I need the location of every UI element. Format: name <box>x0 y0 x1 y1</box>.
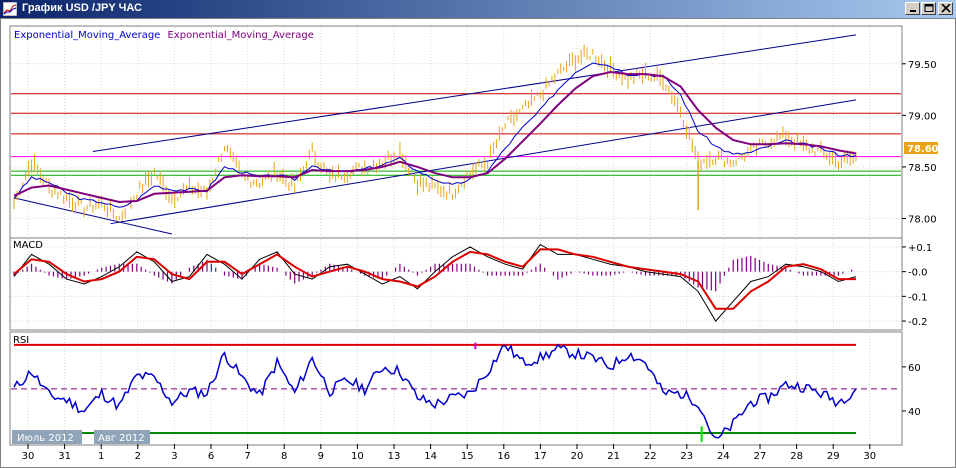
rsi-y-axis: 60 40 <box>902 363 921 418</box>
date-axis: 30 31 1 2 3 6 7 8 9 10 13 14 15 16 17 20 21 22 23 24 27 28 29 3… <box>22 444 876 462</box>
maximize-button[interactable] <box>921 2 936 15</box>
date-tick-label-12: 15 <box>461 451 474 462</box>
current-price-label: 78.60 <box>907 144 939 155</box>
rsi-panel-label: RSI <box>13 335 29 346</box>
date-tick-label-13: 16 <box>497 451 510 462</box>
date-tick-label-23: 30 <box>863 451 876 462</box>
price-tick-label-1: 79.00 <box>908 111 937 122</box>
date-tick-label-18: 23 <box>680 451 693 462</box>
macd-panel[interactable] <box>9 237 903 331</box>
date-tick-label-2: 1 <box>98 451 104 462</box>
close-button[interactable] <box>938 2 953 15</box>
date-tick-label-8: 9 <box>318 451 324 462</box>
macd-tick-label-3: -0.2 <box>908 317 928 328</box>
date-tick-label-15: 20 <box>571 451 584 462</box>
macd-tick-label-0: +0.1 <box>908 243 932 254</box>
date-tick-label-3: 2 <box>135 451 141 462</box>
date-tick-label-20: 27 <box>754 451 767 462</box>
date-tick-label-16: 21 <box>607 451 620 462</box>
price-tick-label-3: 78.00 <box>908 215 937 226</box>
legend-ema-fast: Exponential_Moving_Average <box>14 30 160 41</box>
minimize-icon <box>910 10 916 12</box>
date-tick-label-11: 14 <box>424 451 437 462</box>
month-label-august: Авг 2012 <box>98 433 145 444</box>
date-tick-label-7: 8 <box>281 451 287 462</box>
close-icon <box>941 4 951 13</box>
date-tick-label-10: 13 <box>388 451 401 462</box>
date-tick-label-1: 31 <box>58 451 71 462</box>
date-tick-label-6: 7 <box>244 451 250 462</box>
date-tick-label-19: 24 <box>717 451 730 462</box>
macd-tick-label-1: -0.0 <box>908 268 928 279</box>
window-titlebar[interactable]: График USD /JPY ЧАС <box>0 0 956 18</box>
date-tick-label-14: 17 <box>534 451 547 462</box>
rsi-tick-label-1: 40 <box>908 407 921 418</box>
date-tick-label-4: 3 <box>171 451 177 462</box>
price-tick-label-0: 79.50 <box>908 60 937 71</box>
macd-y-axis: +0.1 -0.0 -0.1 -0.2 <box>902 243 932 328</box>
window-title: График USD /JPY ЧАС <box>22 2 142 14</box>
price-tick-label-2: 78.50 <box>908 163 937 174</box>
maximize-icon <box>924 4 934 12</box>
date-tick-label-9: 10 <box>351 451 364 462</box>
date-tick-label-5: 6 <box>208 451 214 462</box>
date-tick-label-0: 30 <box>22 451 35 462</box>
month-label-july: Июль 2012 <box>17 433 74 444</box>
chart-app-icon <box>3 2 17 16</box>
date-tick-label-22: 29 <box>827 451 840 462</box>
minimize-button[interactable] <box>905 2 920 15</box>
legend-ema-slow: Exponential_Moving_Average <box>168 30 314 41</box>
price-panel[interactable] <box>9 25 903 239</box>
date-tick-label-17: 22 <box>644 451 657 462</box>
rsi-tick-label-0: 60 <box>908 363 921 374</box>
date-tick-label-21: 28 <box>790 451 803 462</box>
macd-tick-label-2: -0.1 <box>908 292 928 303</box>
macd-panel-label: MACD <box>13 240 43 251</box>
chart-canvas[interactable]: 79.50 79.00 78.50 78.00 Exponential_Moving_… <box>0 18 956 468</box>
